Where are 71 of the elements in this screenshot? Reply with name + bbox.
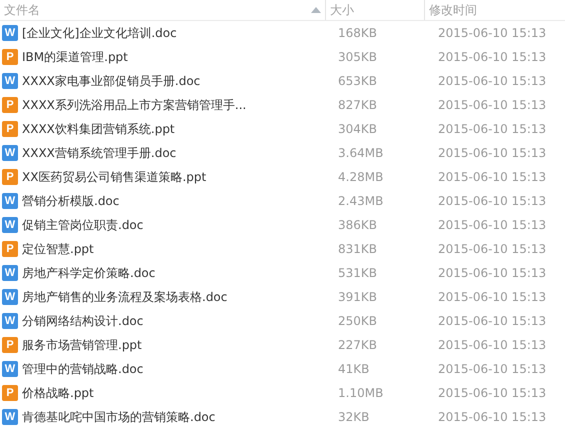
document-icon: W (2, 217, 18, 233)
document-icon: W (2, 73, 18, 89)
file-size: 391KB (337, 290, 378, 304)
document-icon: W (2, 265, 18, 281)
file-size: 32KB (337, 410, 370, 424)
file-size: 250KB (337, 314, 378, 328)
document-icon: W (2, 25, 18, 41)
file-name[interactable]: XXXX系列洗浴用品上市方案营销管理手... (22, 96, 246, 114)
column-header-label: 修改时间 (429, 2, 477, 18)
file-name[interactable]: 房地产销售的业务流程及案场表格.doc (22, 288, 228, 306)
presentation-icon: P (2, 241, 18, 257)
modified-time: 2015-06-10 15:13 (437, 170, 548, 184)
modified-time: 2015-06-10 15:13 (437, 410, 548, 424)
file-size: 386KB (337, 218, 378, 232)
modified-time: 2015-06-10 15:13 (437, 26, 548, 40)
file-name[interactable]: 分销网络结构设计.doc (22, 312, 144, 330)
file-name[interactable]: 促销主管岗位职责.doc (22, 216, 144, 234)
file-size: 3.64MB (337, 146, 384, 160)
modified-time: 2015-06-10 15:13 (437, 338, 548, 352)
file-name[interactable]: XX医药贸易公司销售渠道策略.ppt (22, 168, 206, 186)
presentation-icon: P (2, 121, 18, 137)
file-name[interactable]: 管理中的营销战略.doc (22, 360, 144, 378)
file-name[interactable]: 肯德基叱咤中国市场的营销策略.doc (22, 408, 216, 426)
modified-time: 2015-06-10 15:13 (437, 266, 548, 280)
modified-time: 2015-06-10 15:13 (437, 194, 548, 208)
file-size: 41KB (337, 362, 370, 376)
file-name[interactable]: XXXX家电事业部促销员手册.doc (22, 72, 200, 90)
file-name[interactable]: XXXX饮料集团营销系统.ppt (22, 120, 175, 138)
file-size: 304KB (337, 122, 378, 136)
modified-time: 2015-06-10 15:13 (437, 98, 548, 112)
modified-time: 2015-06-10 15:13 (437, 362, 548, 376)
file-size: 653KB (337, 74, 378, 88)
file-size: 305KB (337, 50, 378, 64)
file-name[interactable]: 房地产科学定价策略.doc (22, 264, 156, 282)
file-name[interactable]: 定位智慧.ppt (22, 240, 94, 258)
document-icon: W (2, 289, 18, 305)
file-name[interactable]: 服务市场营销管理.ppt (22, 336, 142, 354)
modified-time: 2015-06-10 15:13 (437, 218, 548, 232)
file-name[interactable]: 營销分析模版.doc (22, 192, 120, 210)
file-name[interactable]: IBM的渠道管理.ppt (22, 48, 128, 66)
file-size: 4.28MB (337, 170, 384, 184)
file-name[interactable]: 价格战略.ppt (22, 384, 94, 402)
presentation-icon: P (2, 49, 18, 65)
file-size: 827KB (337, 98, 378, 112)
file-size: 168KB (337, 26, 378, 40)
modified-time: 2015-06-10 15:13 (437, 122, 548, 136)
presentation-icon: P (2, 337, 18, 353)
modified-time: 2015-06-10 15:13 (437, 50, 548, 64)
column-header-label: 大小 (330, 2, 354, 18)
modified-time: 2015-06-10 15:13 (437, 290, 548, 304)
file-name[interactable]: XXXX营销系统管理手册.doc (22, 144, 176, 162)
presentation-icon: P (2, 169, 18, 185)
presentation-icon: P (2, 97, 18, 113)
modified-time: 2015-06-10 15:13 (437, 386, 548, 400)
document-icon: W (2, 145, 18, 161)
file-size: 1.10MB (337, 386, 384, 400)
modified-time: 2015-06-10 15:13 (437, 314, 548, 328)
document-icon: W (2, 193, 18, 209)
document-icon: W (2, 313, 18, 329)
file-size: 2.43MB (337, 194, 384, 208)
modified-time: 2015-06-10 15:13 (437, 242, 548, 256)
file-name[interactable]: [企业文化]企业文化培训.doc (22, 24, 177, 42)
modified-time: 2015-06-10 15:13 (437, 146, 548, 160)
document-icon: W (2, 409, 18, 425)
file-size: 227KB (337, 338, 378, 352)
file-size: 831KB (337, 242, 378, 256)
modified-time: 2015-06-10 15:13 (437, 74, 548, 88)
file-size: 531KB (337, 266, 378, 280)
document-icon: W (2, 361, 18, 377)
column-header-label: 文件名 (4, 2, 40, 18)
presentation-icon: P (2, 385, 18, 401)
